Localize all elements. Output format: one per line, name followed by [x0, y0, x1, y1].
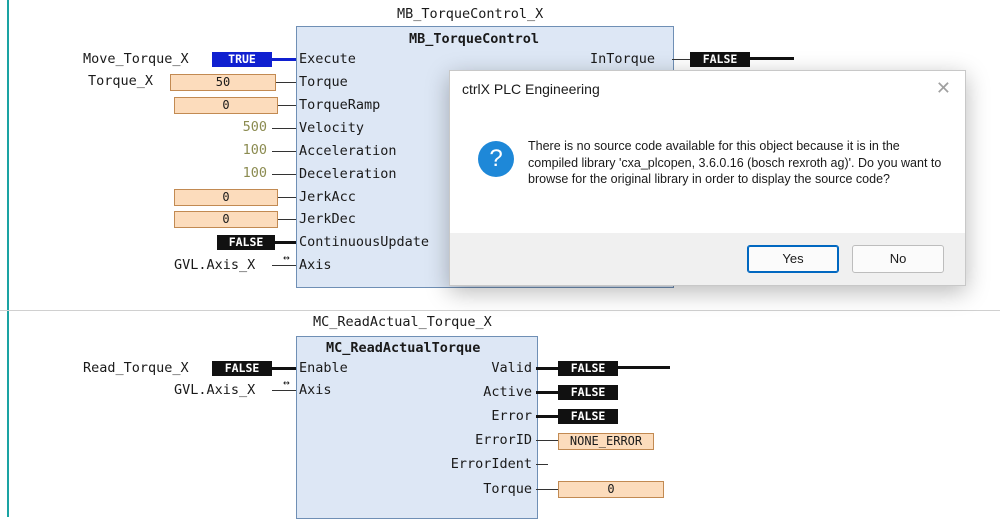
fb1-execute-wire — [272, 58, 296, 61]
fb1-acceleration-const[interactable]: 100 — [227, 142, 267, 158]
network-separator — [0, 310, 1000, 311]
fb2-axis-var[interactable]: GVL.Axis_X — [174, 382, 255, 398]
fb2-pin-active: Active — [483, 384, 532, 400]
fb1-continuousupdate-wire — [275, 241, 296, 244]
fb1-pin-torqueramp: TorqueRamp — [299, 97, 381, 113]
fb1-pin-jerkacc: JerkAcc — [299, 189, 356, 205]
fb2-torque-value[interactable]: 0 — [558, 481, 664, 498]
fb2-valid-wire-out — [618, 366, 670, 369]
fb1-torque-value[interactable]: 50 — [170, 74, 276, 91]
fb2-pin-valid: Valid — [491, 360, 532, 376]
fb2-errorident-wire — [536, 464, 548, 465]
fb2-axis-wire — [272, 390, 296, 391]
fb1-pin-continuousupdate: ContinuousUpdate — [299, 234, 430, 250]
fb1-acceleration-wire — [272, 151, 296, 152]
message-dialog[interactable]: ctrlX PLC Engineering ✕ ? There is no so… — [449, 70, 966, 286]
fb1-torque-wire — [276, 82, 296, 83]
dialog-title: ctrlX PLC Engineering — [462, 81, 600, 97]
fb1-jerkdec-value[interactable]: 0 — [174, 211, 278, 228]
fb1-axis-var[interactable]: GVL.Axis_X — [174, 257, 255, 273]
fb1-intorque-wire — [672, 59, 690, 60]
fb2-errorid-value[interactable]: NONE_ERROR — [558, 433, 654, 450]
fb1-type-name: MB_TorqueControl — [409, 31, 540, 47]
fb2-error-wire — [536, 415, 558, 418]
fb1-execute-value[interactable]: TRUE — [212, 52, 272, 67]
fb2-pin-errorident: ErrorIdent — [450, 456, 532, 472]
fb1-continuousupdate-value[interactable]: FALSE — [217, 235, 275, 250]
dialog-footer: Yes No — [450, 233, 965, 285]
fb1-pin-intorque: InTorque — [590, 51, 656, 67]
fb1-pin-jerkdec: JerkDec — [299, 211, 356, 227]
fb2-type-name: MC_ReadActualTorque — [326, 340, 481, 356]
fb2-pin-torque: Torque — [483, 481, 532, 497]
fb1-pin-torque: Torque — [299, 74, 348, 90]
no-button[interactable]: No — [852, 245, 944, 273]
fb1-pin-axis: Axis — [299, 257, 332, 273]
fb1-torqueramp-wire — [278, 105, 296, 106]
fb2-instance-name[interactable]: MC_ReadActual_Torque_X — [313, 314, 492, 330]
fb2-torque-wire — [536, 489, 558, 490]
fb2-valid-value[interactable]: FALSE — [558, 361, 618, 376]
fb1-pin-deceleration: Deceleration — [299, 166, 397, 182]
fb1-intorque-wire-out — [750, 57, 794, 60]
fb1-execute-var[interactable]: Move_Torque_X — [83, 51, 189, 67]
fb2-active-wire — [536, 391, 558, 394]
fb1-jerkdec-wire — [278, 219, 296, 220]
question-icon: ? — [478, 141, 514, 177]
close-icon[interactable]: ✕ — [936, 78, 951, 99]
fb1-jerkacc-wire — [278, 197, 296, 198]
fb1-instance-name[interactable]: MB_TorqueControl_X — [397, 6, 543, 22]
fb2-pin-enable: Enable — [299, 360, 348, 376]
fb2-enable-var[interactable]: Read_Torque_X — [83, 360, 189, 376]
fb2-enable-wire — [272, 367, 296, 370]
dialog-message: There is no source code available for th… — [528, 139, 942, 186]
fb1-velocity-wire — [272, 128, 296, 129]
network-left-rail — [7, 0, 9, 517]
fb1-torqueramp-value[interactable]: 0 — [174, 97, 278, 114]
fb1-jerkacc-value[interactable]: 0 — [174, 189, 278, 206]
fb1-deceleration-const[interactable]: 100 — [227, 165, 267, 181]
fb2-active-value[interactable]: FALSE — [558, 385, 618, 400]
yes-button[interactable]: Yes — [747, 245, 839, 273]
fb1-pin-acceleration: Acceleration — [299, 143, 397, 159]
fb2-pin-error: Error — [491, 408, 532, 424]
fb2-enable-value[interactable]: FALSE — [212, 361, 272, 376]
fb1-axis-ref-icon: ↔ — [283, 251, 290, 264]
fb2-pin-axis: Axis — [299, 382, 332, 398]
fb1-velocity-const[interactable]: 500 — [227, 119, 267, 135]
fb1-axis-wire — [272, 265, 296, 266]
fb1-torque-var[interactable]: Torque_X — [88, 73, 153, 89]
fb2-pin-errorid: ErrorID — [475, 432, 532, 448]
fb2-errorid-wire — [536, 440, 558, 441]
fb2-valid-wire — [536, 367, 558, 370]
fb1-pin-velocity: Velocity — [299, 120, 365, 136]
fb1-intorque-value[interactable]: FALSE — [690, 52, 750, 67]
fb1-deceleration-wire — [272, 174, 296, 175]
fb2-axis-ref-icon: ↔ — [283, 376, 290, 389]
fb2-error-value[interactable]: FALSE — [558, 409, 618, 424]
fb1-pin-execute: Execute — [299, 51, 356, 67]
